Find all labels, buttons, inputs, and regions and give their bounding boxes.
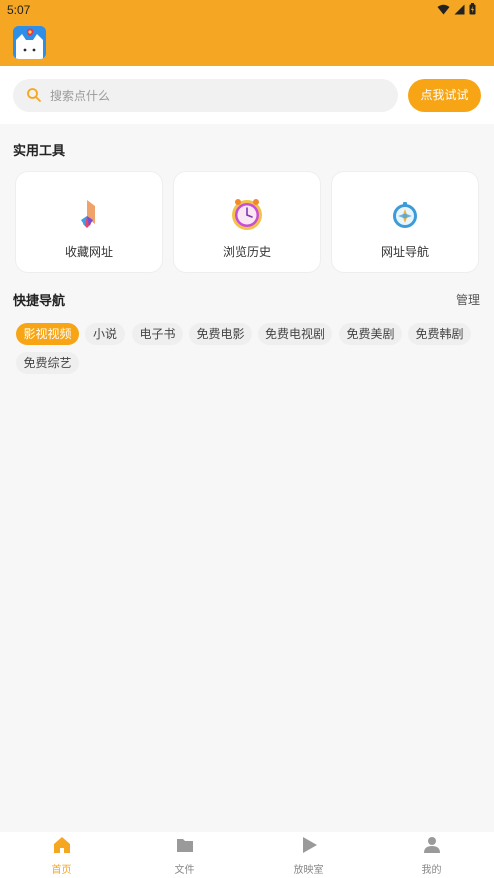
- nav-label: 首页: [51, 865, 72, 876]
- compass-icon: [393, 202, 417, 228]
- nav-label: 放映室: [293, 865, 324, 876]
- quick-nav-title: 快捷导航: [13, 293, 66, 308]
- history-clock-icon: [232, 199, 262, 230]
- manage-link[interactable]: 管理: [456, 291, 480, 308]
- battery-icon: [469, 3, 476, 15]
- nav-files[interactable]: 文件: [123, 832, 246, 878]
- nav-home[interactable]: 首页: [0, 832, 123, 878]
- app-header: [0, 20, 494, 66]
- tool-label: 收藏网址: [64, 245, 113, 259]
- status-time: 5:07: [7, 3, 31, 17]
- wifi-icon: [437, 4, 450, 14]
- chip-free-us-drama[interactable]: 免费美剧: [339, 323, 402, 345]
- tool-label: 浏览历史: [222, 245, 271, 259]
- user-icon: [423, 837, 440, 853]
- app-logo: [13, 26, 46, 59]
- signal-icon: [454, 4, 465, 14]
- search-placeholder: 搜索点什么: [50, 89, 111, 103]
- chip-free-kr-drama[interactable]: 免费韩剧: [408, 323, 471, 345]
- play-icon: [302, 837, 317, 853]
- bottom-nav: 首页 文件 放映室 我的: [0, 832, 494, 878]
- nav-screening-room[interactable]: 放映室: [247, 832, 370, 878]
- nav-label: 文件: [174, 865, 195, 876]
- status-icons: [437, 3, 476, 15]
- status-bar: 5:07: [0, 0, 494, 20]
- folder-icon: [176, 839, 193, 852]
- chip-novel[interactable]: 小说: [85, 323, 125, 345]
- chip-ebook[interactable]: 电子书: [132, 323, 183, 345]
- tool-card-navigation[interactable]: 网址导航: [332, 172, 478, 272]
- tool-label: 网址导航: [380, 245, 429, 259]
- search-input[interactable]: 搜索点什么: [13, 79, 398, 112]
- tools-section-title: 实用工具: [13, 143, 66, 158]
- nav-profile[interactable]: 我的: [370, 832, 493, 878]
- tool-card-history[interactable]: 浏览历史: [174, 172, 320, 272]
- chip-free-tv[interactable]: 免费电视剧: [258, 323, 332, 345]
- chip-free-movie[interactable]: 免费电影: [189, 323, 252, 345]
- nav-label: 我的: [421, 865, 442, 876]
- search-icon: [27, 88, 41, 102]
- search-section: 搜索点什么 点我试试: [0, 66, 494, 124]
- home-icon: [53, 837, 70, 853]
- chip-video[interactable]: 影视视频: [16, 323, 79, 345]
- chip-free-variety[interactable]: 免费综艺: [16, 352, 79, 374]
- tool-card-bookmarks[interactable]: 收藏网址: [16, 172, 162, 272]
- bookmark-icon: [81, 200, 95, 228]
- search-button[interactable]: 点我试试: [408, 79, 481, 112]
